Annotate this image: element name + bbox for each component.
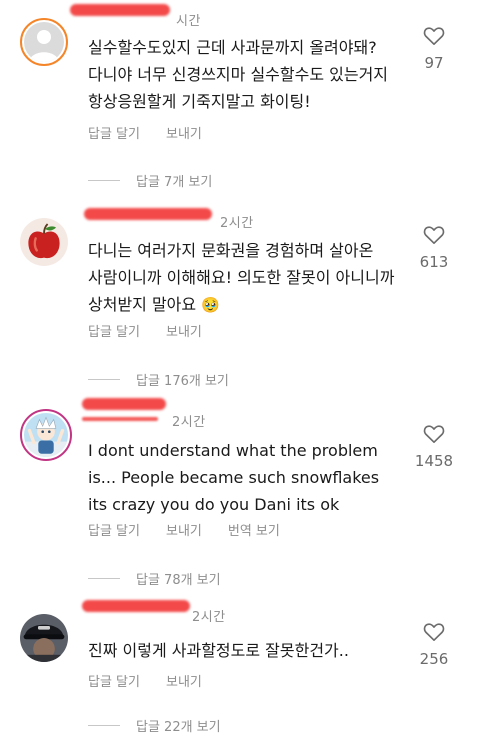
like-count: 256 [419, 650, 449, 668]
view-replies-label[interactable]: 답글 7개 보기 [136, 171, 212, 190]
heart-icon[interactable] [423, 26, 445, 46]
comment-4-view-replies[interactable]: 답글 22개 보기 [88, 716, 221, 735]
reply-button[interactable]: 답글 달기 [88, 524, 140, 539]
comment-4-time: 2시간 [192, 610, 226, 625]
comment-2-body: 다니는 여러가지 문화권을 경험하며 살아온 사람이니까 이해해요! 의도한 잘… [88, 241, 395, 314]
cap-avatar [20, 614, 68, 662]
comment-2-text: 다니는 여러가지 문화권을 경험하며 살아온 사람이니까 이해해요! 의도한 잘… [88, 237, 410, 319]
anime-avatar [24, 413, 68, 457]
reply-button[interactable]: 답글 달기 [88, 127, 140, 142]
comment-3-actions: 답글 달기 보내기 번역 보기 [88, 520, 306, 539]
heart-icon[interactable] [423, 622, 445, 642]
username-redacted[interactable] [84, 208, 212, 220]
send-button[interactable]: 보내기 [166, 325, 202, 340]
comment-1-text: 실수할수도있지 근데 사과문까지 올려야돼? 다니야 너무 신경쓰지마 실수할수… [88, 38, 389, 111]
comment-1-actions: 답글 달기 보내기 [88, 123, 228, 142]
send-button[interactable]: 보내기 [166, 127, 202, 142]
heart-icon[interactable] [423, 225, 445, 245]
username-redacted[interactable] [70, 4, 170, 16]
apple-avatar [20, 218, 68, 266]
comment-3-text: I dont understand what the problem is...… [88, 441, 380, 514]
comment-2-view-replies[interactable]: 답글 176개 보기 [88, 370, 229, 389]
comment-3-time: 2시간 [172, 415, 206, 430]
heart-icon[interactable] [423, 424, 445, 444]
comment-4-like[interactable]: 256 [412, 622, 456, 668]
comment-4-actions: 답글 달기 보내기 [88, 671, 228, 690]
comment-2-avatar[interactable] [20, 218, 68, 266]
divider-line [88, 578, 120, 579]
comment-2-actions: 답글 달기 보내기 [88, 321, 228, 340]
username-redacted[interactable] [82, 600, 190, 612]
send-button[interactable]: 보내기 [166, 675, 202, 690]
comment-1-view-replies[interactable]: 답글 7개 보기 [88, 171, 212, 190]
view-replies-label[interactable]: 답글 78개 보기 [136, 569, 221, 588]
like-count: 1458 [414, 452, 454, 470]
comment-4-avatar[interactable] [20, 614, 68, 662]
comment-3-view-replies[interactable]: 답글 78개 보기 [88, 569, 221, 588]
send-button[interactable]: 보내기 [166, 524, 202, 539]
reply-button[interactable]: 답글 달기 [88, 675, 140, 690]
teary-face-emoji: 🥹 [201, 296, 220, 314]
comment-1-like[interactable]: 97 [412, 26, 456, 72]
like-count: 97 [424, 54, 444, 72]
comment-2-time: 2시간 [220, 216, 254, 231]
comment-4-text: 진짜 이렇게 사과할정도로 잘못한건가.. [88, 641, 349, 660]
view-replies-label[interactable]: 답글 22개 보기 [136, 716, 221, 735]
comment-3-avatar[interactable] [20, 409, 72, 461]
default-avatar-icon [24, 22, 64, 62]
comment-1-avatar[interactable] [20, 18, 68, 66]
username-redacted-underline [82, 417, 158, 421]
like-count: 613 [419, 253, 449, 271]
username-redacted[interactable] [82, 398, 166, 410]
divider-line [88, 725, 120, 726]
translate-button[interactable]: 번역 보기 [228, 524, 280, 539]
divider-line [88, 180, 120, 181]
divider-line [88, 379, 120, 380]
comment-2-like[interactable]: 613 [412, 225, 456, 271]
comment-1-time: 시간 [176, 14, 201, 29]
comment-3-like[interactable]: 1458 [408, 424, 460, 470]
view-replies-label[interactable]: 답글 176개 보기 [136, 370, 229, 389]
reply-button[interactable]: 답글 달기 [88, 325, 140, 340]
